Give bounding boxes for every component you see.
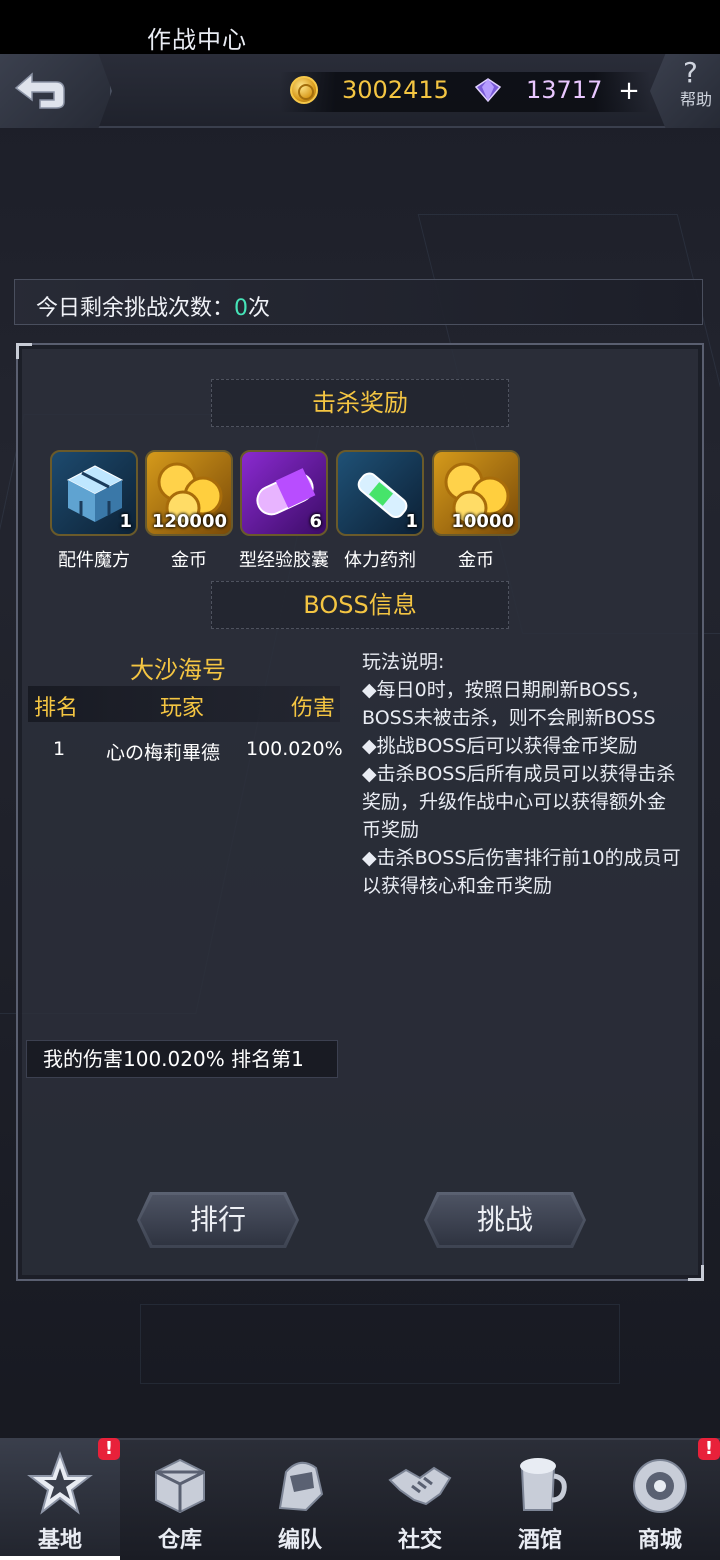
reward-qty: 120000 (151, 511, 227, 532)
rank-button[interactable]: 排行 (137, 1192, 299, 1248)
table-row-rank: 1 (53, 738, 66, 760)
panel-corner (688, 1265, 704, 1281)
challenge-button[interactable]: 挑战 (424, 1192, 586, 1248)
reward-name: 金币 (458, 550, 494, 571)
page-title: 作战中心 (147, 26, 247, 54)
diamond-icon (474, 78, 502, 103)
alert-badge: ! (698, 1438, 720, 1460)
nav-item-social[interactable]: 社交 (360, 1438, 480, 1560)
rule-line: ◆每日0时，按照日期刷新BOSS，BOSS未被击杀，则不会刷新BOSS (362, 679, 656, 729)
column-player: 玩家 (160, 696, 205, 721)
nav-item-warehouse[interactable]: 仓库 (120, 1438, 240, 1560)
boss-name: 大沙海号 (130, 656, 226, 684)
coin-balance: 3002415 (342, 76, 449, 104)
alert-badge: ! (98, 1438, 120, 1460)
remaining-count: 0 (234, 296, 249, 321)
handshake-icon (388, 1466, 452, 1506)
back-arrow-icon (14, 72, 65, 109)
nav-item-shop[interactable]: 商城 ! (600, 1438, 720, 1560)
base-star-icon (27, 1451, 93, 1515)
rules-text: 玩法说明: ◆每日0时，按照日期刷新BOSS，BOSS未被击杀，则不会刷新BOS… (362, 648, 682, 900)
rule-line: ◆击杀BOSS后所有成员可以获得击杀奖励，升级作战中心可以获得额外金币奖励 (362, 763, 676, 841)
nav-label: 基地 (37, 1528, 82, 1553)
reward-name: 型经验胶囊 (239, 550, 329, 571)
gold-coin-icon (290, 76, 318, 104)
nav-label: 编队 (277, 1528, 322, 1553)
back-button[interactable] (0, 54, 112, 128)
reward-item[interactable]: 1 (336, 450, 424, 536)
reward-name: 金币 (171, 550, 207, 571)
nav-label: 社交 (397, 1528, 442, 1553)
reward-qty: 1 (119, 511, 132, 532)
help-label: 帮助 (680, 90, 713, 109)
reward-name: 配件魔方 (58, 550, 130, 571)
formation-icon (278, 1461, 324, 1512)
remaining-label: 今日剩余挑战次数： (36, 296, 235, 321)
reward-qty: 1 (405, 511, 418, 532)
reward-qty: 10000 (451, 511, 514, 532)
panel-corner (16, 343, 32, 359)
nav-label: 商城 (637, 1528, 682, 1553)
diamond-balance: 13717 (526, 76, 603, 104)
boss-info-title: BOSS信息 (211, 581, 509, 629)
nav-item-tavern[interactable]: 酒馆 (480, 1438, 600, 1560)
table-row-damage: 100.020% (246, 738, 343, 760)
rule-line: ◆挑战BOSS后可以获得金币奖励 (362, 735, 638, 757)
column-damage: 伤害 (291, 696, 336, 721)
status-bar (0, 0, 720, 54)
tavern-icon (520, 1458, 567, 1511)
reward-item[interactable]: 6 (240, 450, 328, 536)
column-rank: 排名 (34, 696, 79, 721)
nav-label: 仓库 (157, 1528, 202, 1553)
nav-item-base[interactable]: 基地 ! (0, 1438, 120, 1560)
reward-name: 体力药剂 (344, 550, 416, 571)
add-diamond-button[interactable]: + (616, 78, 642, 104)
shop-icon (633, 1459, 687, 1513)
help-icon: ? (683, 56, 698, 89)
reward-item[interactable]: 10000 (432, 450, 520, 536)
reward-item[interactable]: 120000 (145, 450, 233, 536)
table-row-player: 心の梅莉畢德 (106, 742, 221, 764)
nav-label: 酒馆 (517, 1528, 562, 1553)
warehouse-icon (155, 1458, 205, 1514)
my-damage: 我的伤害100.020% 排名第1 (26, 1040, 338, 1078)
remaining-challenges: 今日剩余挑战次数：0次 (36, 290, 270, 322)
remaining-unit: 次 (248, 296, 271, 321)
nav-item-formation[interactable]: 编队 (240, 1438, 360, 1560)
kill-reward-title: 击杀奖励 (211, 379, 509, 427)
rules-title: 玩法说明: (362, 651, 445, 673)
rule-line: ◆击杀BOSS后伤害排行前10的成员可以获得核心和金币奖励 (362, 847, 681, 897)
reward-item[interactable]: 1 (50, 450, 138, 536)
reward-qty: 6 (309, 511, 322, 532)
